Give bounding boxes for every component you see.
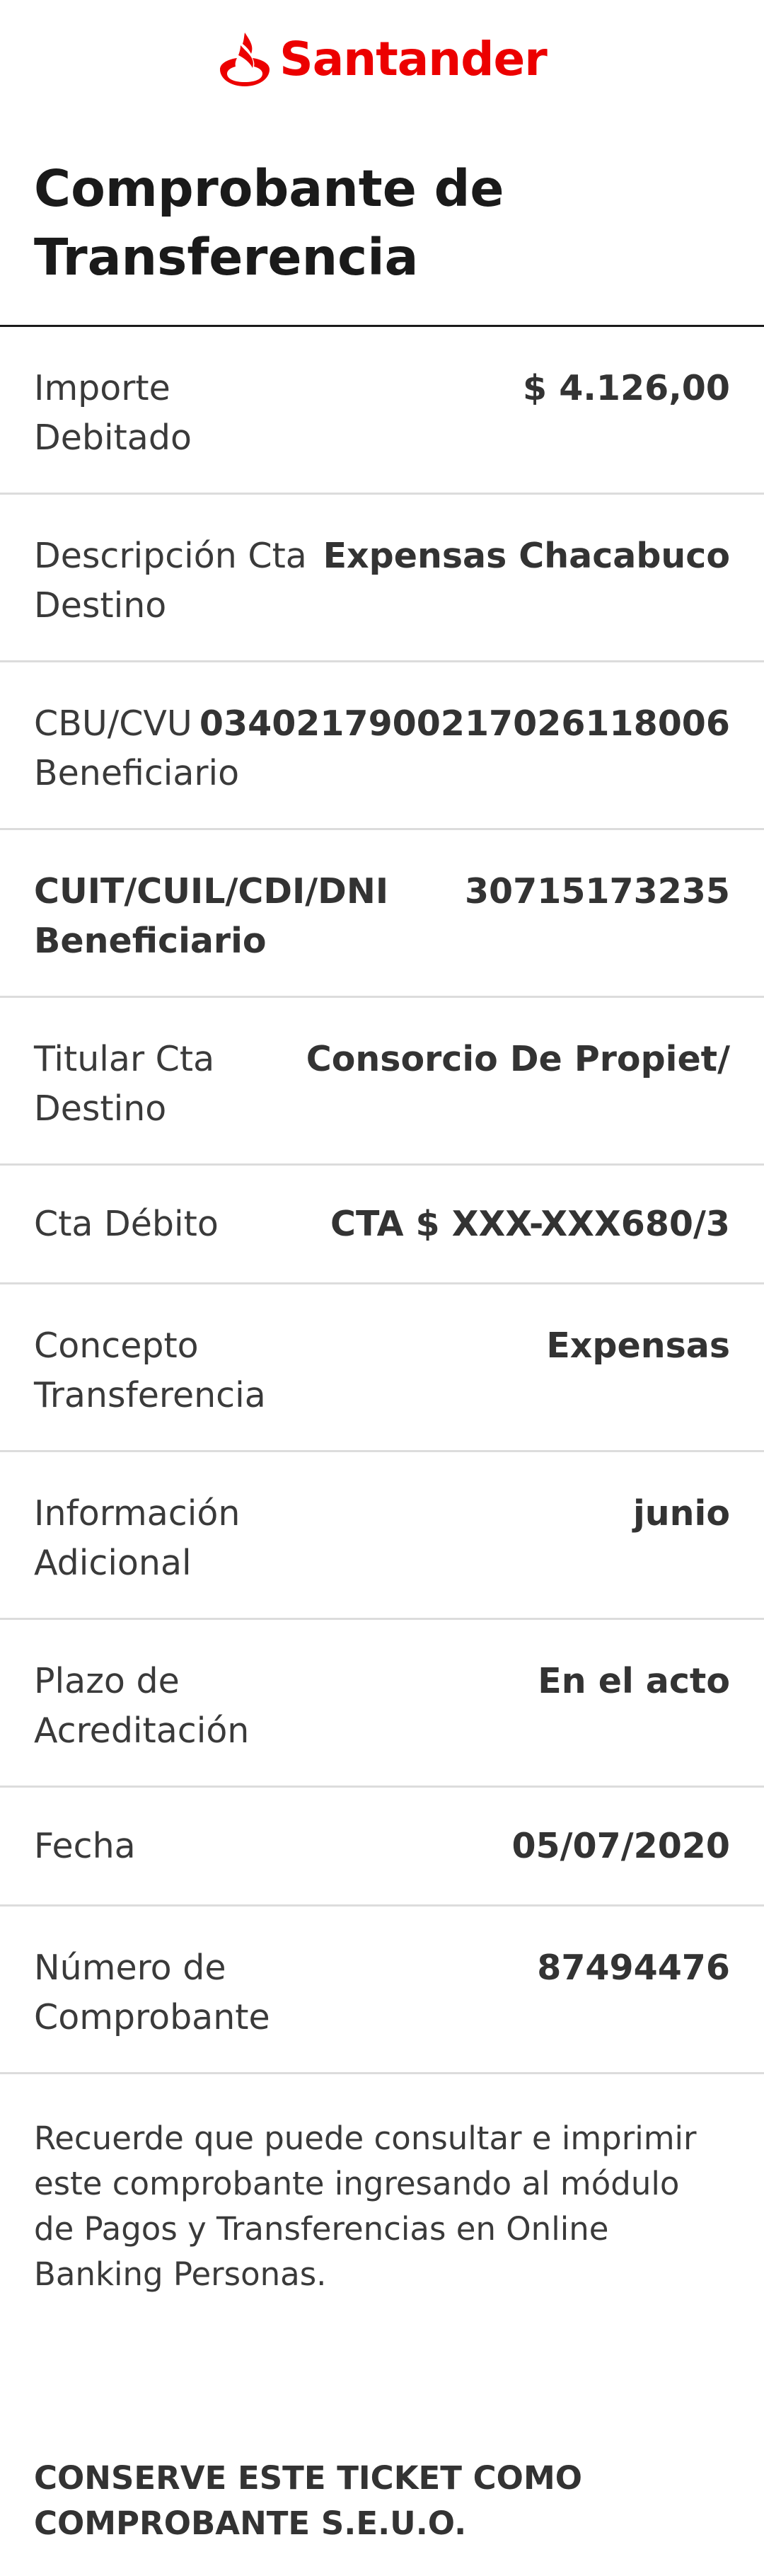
row-value: Consorcio De Propiet/: [306, 1039, 730, 1079]
page-title: Comprobante de Transferencia: [34, 159, 504, 287]
row-value: Expensas: [546, 1326, 730, 1366]
row-value: CTA $ XXX-XXX680/3: [330, 1204, 730, 1244]
row-cuit-beneficiario: CUIT/CUIL/CDI/DNI Beneficiario 307151732…: [0, 830, 764, 998]
footer-warning: CONSERVE ESTE TICKET COMO COMPROBANTE S.…: [34, 2459, 582, 2542]
row-plazo-acreditacion: Plazo de Acreditación En el acto: [0, 1620, 764, 1788]
row-value: 0340217900217026118006: [199, 703, 730, 744]
row-importe-debitado: Importe Debitado $ 4.126,00: [0, 327, 764, 495]
row-descripcion-cta-destino: Descripción Cta Destino Expensas Chacabu…: [0, 495, 764, 662]
santander-flame-icon: [217, 33, 272, 86]
row-value: En el acto: [538, 1661, 730, 1701]
row-value: Expensas Chacabuco: [323, 536, 730, 576]
row-label: Importe Debitado: [34, 368, 192, 458]
row-value: 30715173235: [464, 871, 730, 912]
row-label: Fecha: [34, 1826, 136, 1866]
row-informacion-adicional: Información Adicional junio: [0, 1452, 764, 1620]
row-value: 05/07/2020: [511, 1826, 730, 1866]
row-concepto-transferencia: Concepto Transferencia Expensas: [0, 1284, 764, 1452]
brand-name: Santander: [279, 32, 548, 86]
row-label: CUIT/CUIL/CDI/DNI Beneficiario: [34, 871, 389, 961]
row-label: Plazo de Acreditación: [34, 1661, 250, 1751]
row-numero-comprobante: Número de Comprobante 87494476: [0, 1907, 764, 2074]
santander-logo: Santander: [0, 33, 764, 86]
row-label: Titular Cta Destino: [34, 1039, 215, 1129]
row-label: Información Adicional: [34, 1493, 241, 1583]
row-label: Concepto Transferencia: [34, 1326, 266, 1415]
row-label: Número de Comprobante: [34, 1948, 270, 2037]
row-titular-cta-destino: Titular Cta Destino Consorcio De Propiet…: [0, 998, 764, 1166]
row-label: Cta Débito: [34, 1204, 219, 1244]
receipt-details: Importe Debitado $ 4.126,00 Descripción …: [0, 327, 764, 2074]
row-value: junio: [632, 1493, 730, 1534]
footer-note: Recuerde que puede consultar e imprimir …: [34, 2120, 697, 2293]
row-cta-debito: Cta Débito CTA $ XXX-XXX680/3: [0, 1166, 764, 1284]
row-label: Descripción Cta Destino: [34, 536, 307, 626]
row-value: $ 4.126,00: [523, 368, 730, 408]
row-cbu-cvu: CBU/CVU Beneficiario 0340217900217026118…: [0, 662, 764, 830]
row-fecha: Fecha 05/07/2020: [0, 1788, 764, 1907]
row-value: 87494476: [537, 1948, 730, 1988]
